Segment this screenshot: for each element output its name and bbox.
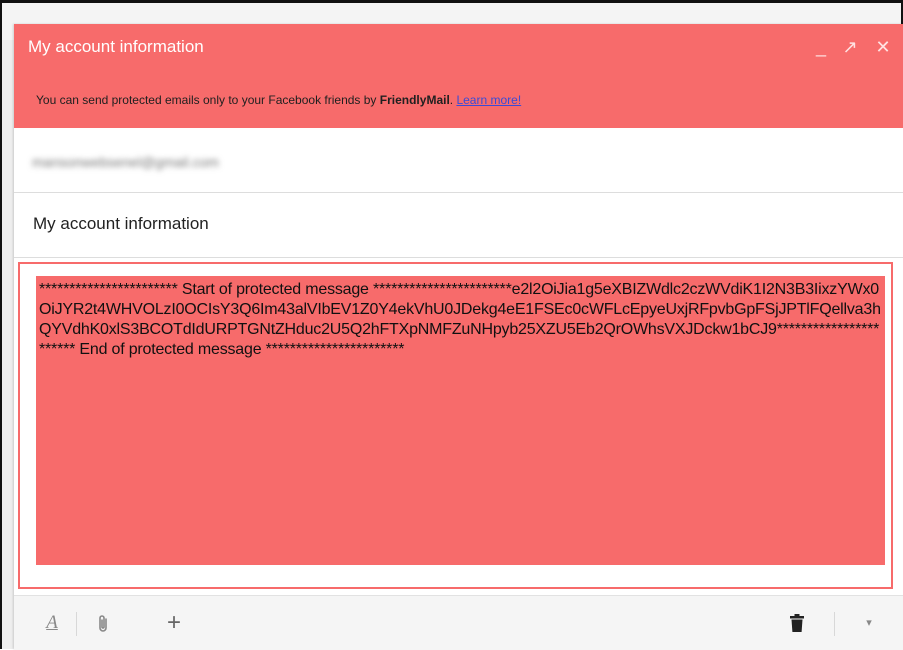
toolbar-divider <box>834 612 835 636</box>
learn-more-link[interactable]: Learn more! <box>456 93 521 107</box>
subject-field[interactable]: My account information <box>14 193 903 258</box>
notice-text: You can send protected emails only to yo… <box>36 93 380 107</box>
compose-window: My account information _ ↗ ✕ You can sen… <box>14 24 903 650</box>
attach-icon-glyph <box>99 615 107 632</box>
background-page-strip <box>2 40 14 649</box>
protected-message-block: *********************** Start of protect… <box>36 276 885 565</box>
toolbar-divider <box>76 612 77 636</box>
compose-toolbar: A + ▾ <box>14 595 903 650</box>
recipients-field[interactable]: mansonwebsenel@gmail.com <box>14 128 903 193</box>
friendlymail-notice: You can send protected emails only to yo… <box>14 72 903 128</box>
protected-message-text: *********************** Start of protect… <box>39 281 881 358</box>
window-title: My account information <box>28 37 204 56</box>
trash-icon-glyph <box>790 613 804 632</box>
formatting-icon[interactable]: A <box>40 596 64 650</box>
trash-icon[interactable] <box>785 596 809 650</box>
subject-text: My account information <box>33 214 209 233</box>
expand-icon[interactable]: ↗ <box>839 34 861 60</box>
close-icon[interactable]: ✕ <box>872 34 894 60</box>
compose-title-bar[interactable]: My account information _ ↗ ✕ <box>14 24 903 72</box>
more-options-icon[interactable]: ▾ <box>857 596 881 650</box>
plus-icon[interactable]: + <box>162 596 186 650</box>
attach-icon[interactable] <box>91 596 115 650</box>
minimize-icon[interactable]: _ <box>810 34 832 60</box>
message-body[interactable]: *********************** Start of protect… <box>18 262 893 589</box>
recipient-email: mansonwebsenel@gmail.com <box>32 154 219 170</box>
notice-brand: FriendlyMail <box>379 93 450 107</box>
